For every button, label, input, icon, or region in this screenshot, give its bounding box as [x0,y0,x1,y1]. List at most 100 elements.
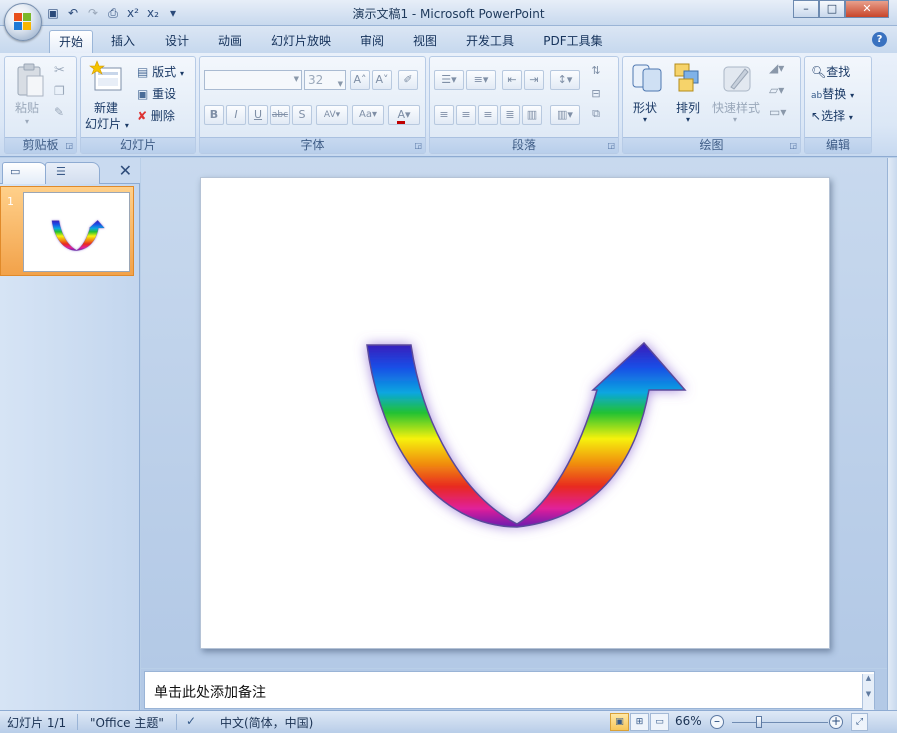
numbering-icon[interactable]: ≡▾ [466,70,496,90]
quick-styles-icon [723,66,751,92]
tab-developer[interactable]: 开发工具 [460,30,520,53]
tab-slideshow[interactable]: 幻灯片放映 [266,30,336,53]
notes-scrollbar[interactable]: ▲ ▼ [862,674,874,712]
font-size-dropdown-icon: ▼ [337,80,343,88]
slides-panel-tabs: ▭ ☰ ✕ [0,158,140,184]
curved-up-arrow-shape[interactable] [201,178,831,650]
copy-icon[interactable]: ❐ [54,84,65,98]
select-label: 选择 [821,109,846,123]
reset-icon: ▣ [137,87,149,101]
paste-dropdown-icon[interactable]: ▾ [25,117,29,126]
tab-view[interactable]: 视图 [405,30,445,53]
bold-icon[interactable]: B [204,105,224,125]
font-color-icon[interactable]: A▾ [388,105,420,125]
columns-icon[interactable]: ▥▾ [550,105,580,125]
clipboard-launcher-icon[interactable]: ◲ [65,141,73,150]
arrange-icon [674,63,699,92]
tab-pdf-tools[interactable]: PDF工具集 [538,30,608,53]
underline-icon[interactable]: U [248,105,268,125]
spell-check-icon[interactable]: ✓ [186,714,196,728]
grow-font-icon[interactable]: A˄ [350,70,370,90]
line-spacing-icon[interactable]: ↕▾ [550,70,580,90]
help-icon[interactable]: ? [872,32,887,47]
quick-styles-dropdown-icon[interactable]: ▾ [733,115,737,124]
paste-icon [17,63,44,97]
justify-icon[interactable]: ≣ [500,105,520,125]
align-right-icon[interactable]: ≡ [478,105,498,125]
align-text-icon[interactable]: ⊟ [586,85,606,105]
close-panel-icon[interactable]: ✕ [119,161,132,180]
shapes-button[interactable]: 形状 [633,99,657,116]
font-name-combo[interactable]: ▼ [204,70,302,90]
text-direction-icon[interactable]: ⇅ [586,62,606,82]
distributed-icon[interactable]: ▥ [522,105,542,125]
change-case-icon[interactable]: Aa▾ [352,105,384,125]
clear-formatting-icon[interactable]: ✐ [398,70,418,90]
tab-animations[interactable]: 动画 [210,30,250,53]
cut-icon[interactable]: ✂ [54,63,65,78]
new-slide-label-2[interactable]: 幻灯片 ▾ [85,115,129,132]
increase-indent-icon[interactable]: ⇥ [524,70,544,90]
quick-styles-button[interactable]: 快速样式 [712,99,760,116]
decrease-indent-icon[interactable]: ⇤ [502,70,522,90]
replace-button[interactable]: ab替换 ▾ [811,85,854,102]
find-button[interactable]: 🔍︎查找 [811,63,850,80]
shapes-dropdown-icon[interactable]: ▾ [643,115,647,124]
zoom-slider-track[interactable] [732,722,828,723]
notes-box[interactable]: 单击此处添加备注 ▲ ▼ [144,671,875,712]
drawing-launcher-icon[interactable]: ◲ [789,141,797,150]
select-dropdown-icon: ▾ [848,113,853,122]
shape-effects-icon[interactable]: ▭▾ [769,105,786,119]
fit-to-window-icon[interactable]: ⤢ [851,713,868,731]
tab-design[interactable]: 设计 [157,30,197,53]
vertical-scrollbar[interactable] [887,158,897,710]
align-left-icon[interactable]: ≡ [434,105,454,125]
smartart-icon[interactable]: ⧉ [586,105,606,125]
shape-outline-icon[interactable]: ▱▾ [769,83,784,97]
select-button[interactable]: ↖选择 ▾ [811,107,853,124]
zoom-in-icon[interactable]: + [829,715,843,729]
slide-sorter-view-icon[interactable]: ⊞ [630,713,649,731]
delete-button[interactable]: ✘ 删除 [137,107,175,124]
tab-slides-thumbnails[interactable]: ▭ [2,162,47,184]
layout-button[interactable]: ▤ 版式 ▾ [137,63,184,80]
arrange-dropdown-icon[interactable]: ▾ [686,115,690,124]
shape-fill-icon[interactable]: ◢▾ [769,61,784,75]
zoom-level[interactable]: 66% [675,714,702,728]
office-button[interactable] [4,3,42,41]
slide-thumbnail-1[interactable]: 1 [0,186,134,276]
zoom-out-icon[interactable]: – [710,715,724,729]
zoom-slider-thumb[interactable] [756,716,762,728]
close-button[interactable]: ✕ [845,0,889,18]
character-spacing-icon[interactable]: AV▾ [316,105,348,125]
text-shadow-icon[interactable]: S [292,105,312,125]
tab-outline[interactable]: ☰ [45,162,100,184]
maximize-button[interactable]: □ [819,0,845,18]
normal-view-icon[interactable]: ▣ [610,713,629,731]
italic-icon[interactable]: I [226,105,246,125]
shrink-font-icon[interactable]: A˅ [372,70,392,90]
paste-button[interactable]: 粘贴 [15,99,39,116]
font-launcher-icon[interactable]: ◲ [414,141,422,150]
language-indicator[interactable]: 中文(简体，中国) [220,714,313,731]
tab-insert[interactable]: 插入 [103,30,143,53]
arrange-button[interactable]: 排列 [676,99,700,116]
font-name-dropdown-icon: ▼ [293,75,299,83]
strikethrough-icon[interactable]: abc [270,105,290,125]
tab-home[interactable]: 开始 [49,30,93,53]
paragraph-launcher-icon[interactable]: ◲ [607,141,615,150]
slide-canvas[interactable] [200,177,830,649]
reset-button[interactable]: ▣ 重设 [137,85,176,102]
bullets-icon[interactable]: ☰▾ [434,70,464,90]
font-size-combo[interactable]: 32 ▼ [304,70,346,90]
slide-indicator: 幻灯片 1/1 [7,716,67,730]
minimize-button[interactable]: – [793,0,819,18]
notes-placeholder[interactable]: 单击此处添加备注 [154,682,266,702]
new-slide-label-1[interactable]: 新建 [94,99,118,116]
format-painter-icon[interactable]: ✎ [54,105,64,119]
replace-dropdown-icon: ▾ [850,91,855,100]
tab-review[interactable]: 审阅 [352,30,392,53]
slideshow-view-icon[interactable]: ▭ [650,713,669,731]
slide-thumbnail-preview [23,192,130,272]
align-center-icon[interactable]: ≡ [456,105,476,125]
